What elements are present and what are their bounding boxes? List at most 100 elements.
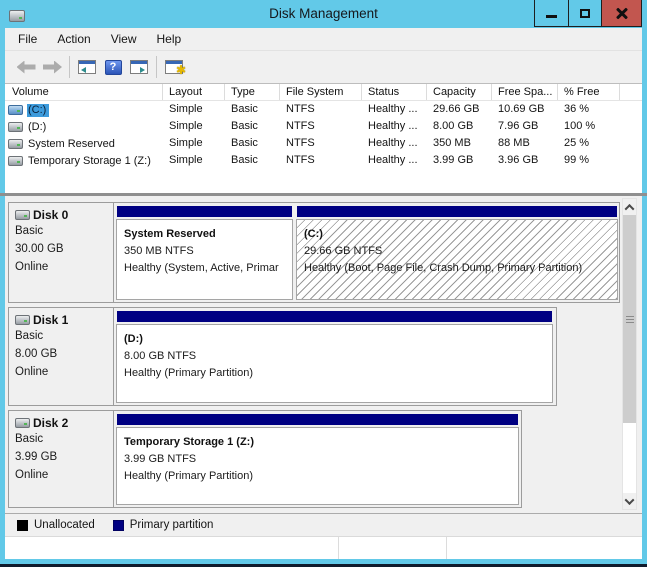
partition-status: Healthy (System, Active, Primar [124, 260, 290, 277]
pct-free-cell: 25 % [558, 135, 620, 152]
type-cell: Basic [225, 118, 280, 135]
partition-d[interactable]: (D:) 8.00 GB NTFS Healthy (Primary Parti… [116, 310, 553, 403]
disk-type: Basic [15, 222, 113, 240]
menu-file[interactable]: File [8, 29, 47, 49]
layout-cell: Simple [163, 118, 225, 135]
action-pane-icon [130, 60, 148, 74]
disk-2-partitions: Temporary Storage 1 (Z:) 3.99 GB NTFS He… [114, 411, 521, 507]
column-header-layout[interactable]: Layout [163, 84, 225, 100]
volume-list-header: Volume Layout Type File System Status Ca… [5, 84, 642, 101]
scroll-down-button[interactable] [623, 493, 636, 509]
back-button[interactable] [13, 54, 39, 80]
menu-view[interactable]: View [101, 29, 147, 49]
disk-name: Disk 0 [33, 208, 68, 222]
capacity-cell: 29.66 GB [427, 101, 492, 118]
volume-row-d[interactable]: (D:) Simple Basic NTFS Healthy ... 8.00 … [5, 118, 642, 135]
column-header-file-system[interactable]: File System [280, 84, 362, 100]
console-tree-icon [78, 60, 96, 74]
volume-row-c[interactable]: (C:) Simple Basic NTFS Healthy ... 29.66… [5, 101, 642, 118]
pct-free-cell: 99 % [558, 152, 620, 169]
disk-status: Online [15, 363, 113, 381]
minimize-icon [546, 15, 557, 18]
column-header-capacity[interactable]: Capacity [427, 84, 492, 100]
column-header-pct-free[interactable]: % Free [558, 84, 620, 100]
minimize-button[interactable] [535, 0, 568, 26]
primary-partition-color-swatch [113, 520, 124, 531]
volume-name-cell: (D:) [5, 118, 163, 135]
menu-action[interactable]: Action [47, 29, 100, 49]
file-system-cell: NTFS [280, 118, 362, 135]
menu-help[interactable]: Help [147, 29, 192, 49]
partition-size: 350 MB NTFS [124, 243, 290, 260]
partition-size: 8.00 GB NTFS [124, 348, 550, 365]
partition-title: (C:) [304, 226, 615, 243]
volume-list-panel: Volume Layout Type File System Status Ca… [5, 84, 642, 193]
forward-button[interactable] [39, 54, 65, 80]
column-header-status[interactable]: Status [362, 84, 427, 100]
vertical-scrollbar [622, 198, 637, 510]
titlebar[interactable]: Disk Management [0, 0, 647, 28]
back-arrow-icon [17, 61, 36, 74]
graphical-view-pane: Disk 0 Basic 30.00 GB Online System Rese… [5, 196, 642, 513]
column-header-volume[interactable]: Volume [5, 84, 163, 100]
status-cell: Healthy ... [362, 135, 427, 152]
legend-label-primary-partition: Primary partition [130, 519, 214, 531]
disk-type: Basic [15, 327, 113, 345]
close-button[interactable] [601, 0, 641, 26]
partition-size: 3.99 GB NTFS [124, 451, 516, 468]
properties-icon [165, 60, 183, 74]
partition-color-bar [117, 414, 518, 425]
toolbar-separator [156, 56, 157, 78]
help-button[interactable]: ? [100, 54, 126, 80]
free-space-cell: 88 MB [492, 135, 558, 152]
toolbar: ? [5, 50, 642, 84]
disk-status: Online [15, 466, 113, 484]
partition-status: Healthy (Boot, Page File, Crash Dump, Pr… [304, 260, 615, 277]
close-icon [615, 6, 629, 20]
disk-1-label[interactable]: Disk 1 Basic 8.00 GB Online [9, 308, 114, 405]
maximize-icon [580, 9, 590, 18]
volume-icon [8, 122, 23, 132]
disk-size: 8.00 GB [15, 345, 113, 363]
disk-name: Disk 1 [33, 313, 68, 327]
capacity-cell: 350 MB [427, 135, 492, 152]
toolbar-separator [69, 56, 70, 78]
disk-2-label[interactable]: Disk 2 Basic 3.99 GB Online [9, 411, 114, 507]
show-action-pane-button[interactable] [126, 54, 152, 80]
volume-name-cell: Temporary Storage 1 (Z:) [5, 152, 163, 169]
partition-c-selected[interactable]: (C:) 29.66 GB NTFS Healthy (Boot, Page F… [296, 205, 618, 300]
disk-size: 3.99 GB [15, 448, 113, 466]
scrollbar-thumb[interactable] [623, 215, 636, 423]
disk-icon [15, 210, 30, 220]
partition-status: Healthy (Primary Partition) [124, 365, 550, 382]
scroll-up-button[interactable] [623, 199, 636, 215]
volume-name-cell: System Reserved [5, 135, 163, 152]
disk-0-label[interactable]: Disk 0 Basic 30.00 GB Online [9, 203, 114, 302]
column-header-free-space[interactable]: Free Spa... [492, 84, 558, 100]
properties-button[interactable] [161, 54, 187, 80]
volume-row-system-reserved[interactable]: System Reserved Simple Basic NTFS Health… [5, 135, 642, 152]
disk-icon [15, 418, 30, 428]
window-controls [534, 0, 642, 27]
pct-free-cell: 36 % [558, 101, 620, 118]
volume-row-temporary-storage[interactable]: Temporary Storage 1 (Z:) Simple Basic NT… [5, 152, 642, 169]
partition-body: (D:) 8.00 GB NTFS Healthy (Primary Parti… [116, 324, 553, 403]
disk-name: Disk 2 [33, 416, 68, 430]
partition-body: System Reserved 350 MB NTFS Healthy (Sys… [116, 219, 293, 300]
disk-management-window: Disk Management File Action View Help ? … [0, 0, 647, 567]
partition-title: System Reserved [124, 226, 290, 243]
partition-z[interactable]: Temporary Storage 1 (Z:) 3.99 GB NTFS He… [116, 413, 519, 505]
unallocated-color-swatch [17, 520, 28, 531]
partition-body-selected: (C:) 29.66 GB NTFS Healthy (Boot, Page F… [296, 219, 618, 300]
column-header-type[interactable]: Type [225, 84, 280, 100]
file-system-cell: NTFS [280, 152, 362, 169]
maximize-button[interactable] [568, 0, 601, 26]
scrollbar-track[interactable] [623, 423, 636, 493]
file-system-cell: NTFS [280, 135, 362, 152]
show-console-tree-button[interactable] [74, 54, 100, 80]
disk-size: 30.00 GB [15, 240, 113, 258]
legend-label-unallocated: Unallocated [34, 519, 95, 531]
pct-free-cell: 100 % [558, 118, 620, 135]
partition-system-reserved[interactable]: System Reserved 350 MB NTFS Healthy (Sys… [116, 205, 293, 300]
free-space-cell: 10.69 GB [492, 101, 558, 118]
